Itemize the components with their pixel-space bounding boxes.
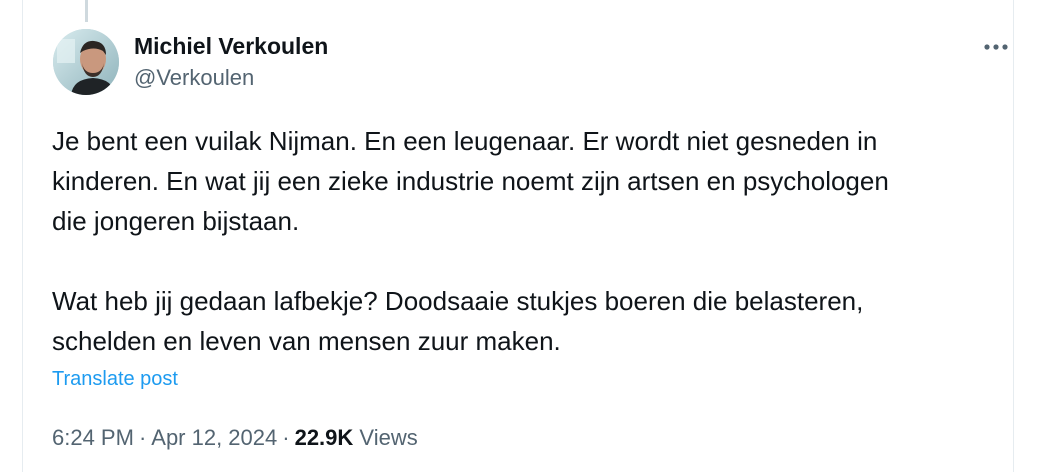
translate-post-link[interactable]: Translate post bbox=[52, 366, 178, 392]
tweet-paragraph: Je bent een vuilak Nijman. En een leugen… bbox=[52, 126, 889, 236]
tweet-text: Je bent een vuilak Nijman. En een leugen… bbox=[52, 121, 1002, 361]
author-display-name[interactable]: Michiel Verkoulen bbox=[134, 31, 328, 61]
meta-separator: · bbox=[138, 425, 147, 450]
more-horizontal-icon bbox=[984, 44, 1008, 50]
tweet-card: Michiel Verkoulen @Verkoulen Je bent een… bbox=[22, 0, 1014, 472]
thread-connector-line bbox=[85, 0, 88, 22]
tweet-metadata: 6:24 PM · Apr 12, 2024 · 22.9K Views bbox=[52, 423, 418, 453]
author-info: Michiel Verkoulen @Verkoulen bbox=[134, 31, 328, 92]
post-date[interactable]: Apr 12, 2024 bbox=[151, 425, 277, 450]
more-options-button[interactable] bbox=[979, 34, 1013, 60]
meta-separator: · bbox=[282, 425, 290, 450]
views-count[interactable]: 22.9K bbox=[295, 425, 354, 450]
post-time[interactable]: 6:24 PM bbox=[52, 425, 134, 450]
avatar[interactable] bbox=[53, 29, 119, 95]
views-label: Views bbox=[359, 425, 418, 450]
author-handle[interactable]: @Verkoulen bbox=[134, 64, 328, 92]
tweet-paragraph: Wat heb jij gedaan lafbekje? Doodsaaie s… bbox=[52, 286, 864, 356]
profile-photo-icon bbox=[53, 29, 119, 95]
